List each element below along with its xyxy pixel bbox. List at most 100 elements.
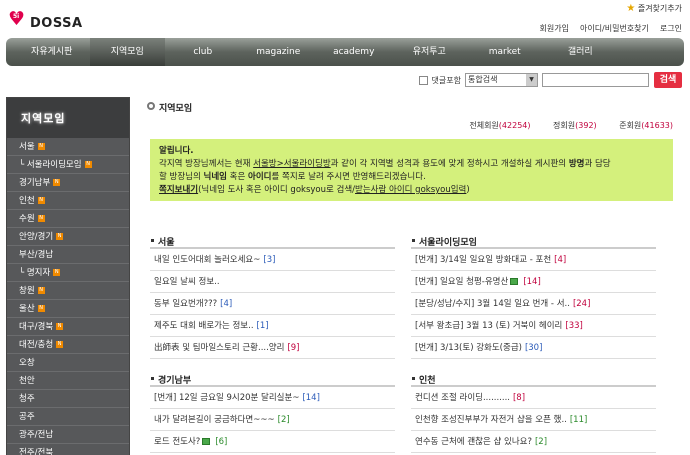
post-item[interactable]: [번개] 12일 금요일 9시20분 달리실분~ [14]	[150, 387, 395, 409]
sidebar-item[interactable]: 부산/경남	[7, 246, 129, 264]
sidebar-item[interactable]: 서울 N	[7, 138, 129, 156]
post-item[interactable]: 出師表 및 팀마일스토리 근황....양리 [9]	[150, 337, 395, 359]
nav-item-market[interactable]: market	[467, 38, 543, 66]
nav-item-user-posts[interactable]: 유저투고	[392, 38, 468, 66]
new-badge-icon: N	[53, 269, 61, 276]
recipient-link[interactable]: 받는사람 아이디 goksyou입력	[355, 185, 466, 195]
nav-item-regional[interactable]: 지역모임	[89, 38, 165, 66]
comment-count: [4]	[220, 299, 233, 309]
sidebar-item[interactable]: 울산 N	[7, 300, 129, 318]
notice-box: 알립니다. 각지역 방장님께서는 현재 서울방>서울라이딩방과 같이 각 지역별…	[150, 139, 673, 201]
sidebar-header: 지역모임	[7, 98, 129, 138]
comment-count: [8]	[512, 393, 526, 403]
post-title: 出師表 및 팀마일스토리 근황....양리	[154, 343, 285, 353]
post-item[interactable]: [번개] 3/14일 일요일 방화대교 - 포천 [4]	[411, 249, 656, 271]
section-title[interactable]: 서울라이딩모임	[411, 235, 656, 249]
post-item[interactable]: 일요일 날씨 정보..	[150, 271, 395, 293]
sidebar-item[interactable]: └ 명지자 N	[7, 264, 129, 282]
stat-associate: 준회원(41633)	[619, 121, 673, 130]
post-item[interactable]: [번개] 3/13(토) 강화도(중급) [30]	[411, 337, 656, 359]
page-title-text: 지역모임	[159, 104, 193, 114]
find-account-link[interactable]: 아이디/비밀번호찾기	[580, 24, 649, 33]
post-item[interactable]: 로드 전도사? [6]	[150, 431, 395, 453]
logo-mark: 5i	[13, 13, 20, 20]
sidebar-item[interactable]: 광주/전남	[7, 426, 129, 444]
sidebar-item-label: 전주/전북	[19, 448, 54, 455]
nav-item-club[interactable]: club	[165, 38, 241, 66]
sidebar-item[interactable]: 오창	[7, 354, 129, 372]
stat-total: 전체회원(42254)	[469, 121, 531, 130]
include-comments-label: 댓글포함	[431, 75, 461, 85]
nav-item-gallery[interactable]: 갤러리	[543, 38, 619, 66]
circle-bullet-icon	[147, 102, 155, 110]
image-attachment-icon	[202, 438, 211, 445]
search-scope-value: 통합검색	[468, 75, 498, 84]
nav-item-free-board[interactable]: 자유게시판	[14, 38, 90, 66]
login-link[interactable]: 로그인	[660, 24, 682, 33]
sidebar-item[interactable]: 전주/전북	[7, 444, 129, 455]
sidebar-item[interactable]: 인천 N	[7, 192, 129, 210]
comment-count: [4]	[554, 255, 567, 265]
comment-count: [33]	[565, 321, 583, 331]
section-title[interactable]: 경기남부	[150, 373, 395, 387]
new-badge-icon: N	[37, 215, 45, 222]
post-title: 로드 전도사?	[154, 437, 201, 447]
sidebar-item[interactable]: 수원 N	[7, 210, 129, 228]
send-message-link[interactable]: 쪽지보내기	[159, 185, 198, 195]
section-title[interactable]: 인천	[411, 373, 656, 387]
post-title: 동부 일요번개???	[154, 299, 218, 309]
sidebar-item[interactable]: └ 서울라이딩모임 N	[7, 156, 129, 174]
post-item[interactable]: 내일 인도어대회 놀러오세요~ [3]	[150, 249, 395, 271]
post-item[interactable]: [분당/성남/수지] 3월 14일 일요 번개 - 서.. [24]	[411, 293, 656, 315]
include-comments-checkbox[interactable]	[418, 75, 428, 85]
comment-count: [1]	[256, 321, 269, 331]
search-button[interactable]: 검색	[654, 72, 682, 88]
sidebar-list: 서울 N └ 서울라이딩모임 N 경기남부 N 인천 N 수원 N 안양/경기 N 부산/경남 └ 명지자…	[7, 138, 129, 455]
seoul-board-link[interactable]: 서울방>서울라이딩방	[253, 159, 331, 169]
nav-item-academy[interactable]: academy	[316, 38, 392, 66]
star-icon: ★	[626, 3, 636, 14]
post-item[interactable]: 내가 달려본길이 궁금하다면~~~ [2]	[150, 409, 395, 431]
post-title: [번개] 3/14일 일요일 방화대교 - 포천	[415, 255, 552, 265]
comment-count: [6]	[215, 437, 228, 447]
sidebar-item[interactable]: 안양/경기 N	[7, 228, 129, 246]
sidebar-item-label: 오창	[19, 358, 35, 368]
main-content: 지역모임 전체회원(42254) 정회원(392) 준회원(41633) 알립니…	[147, 101, 680, 453]
signup-link[interactable]: 회원가입	[540, 24, 569, 33]
new-badge-icon: N	[37, 287, 45, 294]
stat-regular: 정회원(392)	[553, 121, 597, 130]
post-item[interactable]: 동부 일요번개??? [4]	[150, 293, 395, 315]
sidebar-item[interactable]: 청주	[7, 390, 129, 408]
section-title[interactable]: 서울	[150, 235, 395, 249]
sidebar-item-label: 인천	[19, 196, 35, 206]
sidebar-item-label: 청주	[19, 394, 35, 404]
post-item[interactable]: 제주도 대회 배로가는 정보.. [1]	[150, 315, 395, 337]
nav-item-magazine[interactable]: magazine	[241, 38, 317, 66]
sidebar-item[interactable]: 대전/충청 N	[7, 336, 129, 354]
sidebar-item[interactable]: 천안	[7, 372, 129, 390]
post-item[interactable]: [번개] 일요일 청평-유명산 [14]	[411, 271, 656, 293]
post-title: 제주도 대회 배로가는 정보..	[154, 321, 254, 331]
post-title: [서부 왕초급] 3월 13 (토) 거북이 헤이리	[415, 321, 563, 331]
notice-line-3: 쪽지보내기(닉네임 도사 혹은 아이디 goksyou로 검색/받는사람 아이디…	[159, 185, 470, 195]
top-links: 회원가입 아이디/비밀번호찾기 로그인	[529, 23, 682, 34]
post-item[interactable]: 인천향 조성진부부가 자전거 샵을 오픈 했.. [11]	[411, 409, 656, 431]
sidebar-item-label: 경기남부	[19, 178, 51, 188]
sidebar-item[interactable]: 경기남부 N	[7, 174, 129, 192]
post-item[interactable]: 연수동 근처에 괜찮은 샵 있나요? [2]	[411, 431, 656, 453]
sidebar-item[interactable]: 창원 N	[7, 282, 129, 300]
comment-count: [14]	[302, 393, 320, 403]
bookmark-link[interactable]: ★ 즐겨찾기추가	[626, 3, 682, 14]
post-item[interactable]: [서부 왕초급] 3월 13 (토) 거북이 헤이리 [33]	[411, 315, 656, 337]
post-title: [번개] 일요일 청평-유명산	[415, 277, 509, 287]
new-badge-icon: N	[37, 305, 45, 312]
site-logo[interactable]: ♥ 5i DOSSA	[8, 8, 82, 34]
post-title: 일요일 날씨 정보..	[154, 277, 220, 287]
post-item[interactable]: 컨디션 조절 라이딩.......... [8]	[411, 387, 656, 409]
search-input[interactable]	[542, 73, 649, 87]
sidebar-item[interactable]: 대구/경북 N	[7, 318, 129, 336]
sidebar-item-label: 창원	[19, 286, 35, 296]
search-scope-select[interactable]: 통합검색 ▼	[465, 73, 538, 87]
sidebar-item-label: 안양/경기	[19, 232, 54, 242]
sidebar-item[interactable]: 공주	[7, 408, 129, 426]
